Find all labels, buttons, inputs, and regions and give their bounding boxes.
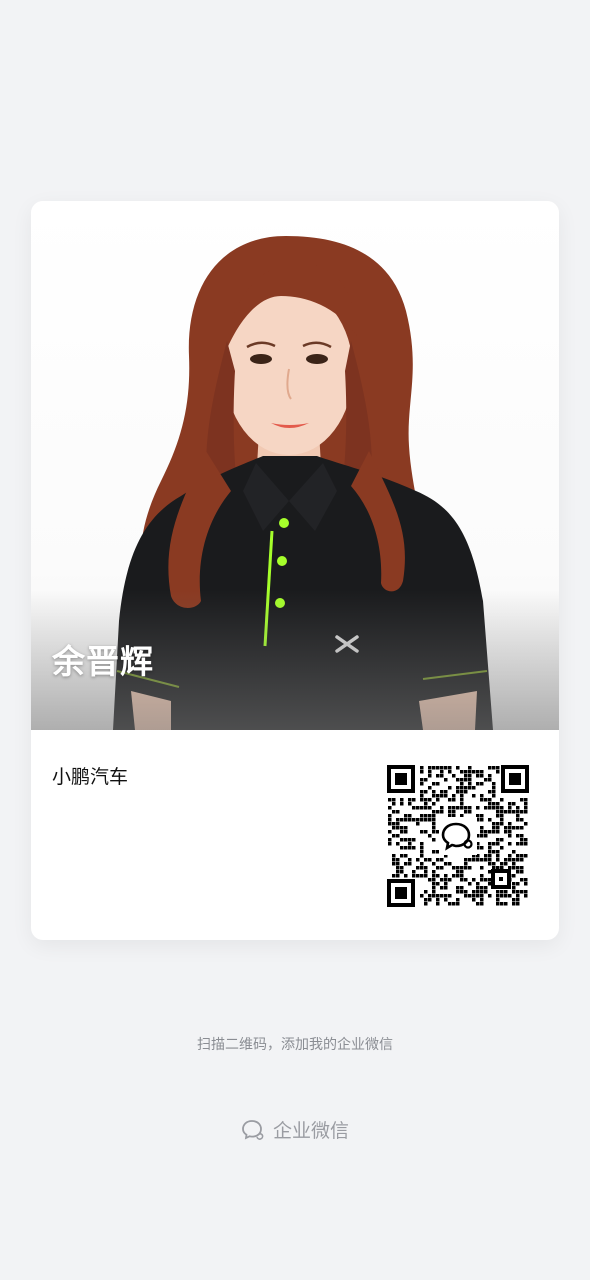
scan-hint-text: 扫描二维码，添加我的企业微信 bbox=[197, 1037, 393, 1053]
business-card: 余晋辉 小鹏汽车 bbox=[31, 201, 559, 940]
qr-alignment-pattern bbox=[491, 869, 511, 889]
wecom-brand-label: 企业微信 bbox=[272, 1120, 349, 1142]
qr-code-image bbox=[387, 765, 529, 907]
qr-finder-bottom-left bbox=[387, 879, 415, 907]
contact-name: 余晋辉 bbox=[52, 642, 154, 681]
company-name: 小鹏汽车 bbox=[52, 766, 129, 788]
wecom-brand: 企业微信 bbox=[0, 1116, 590, 1143]
qr-finder-top-left bbox=[387, 765, 415, 793]
wecom-logo-icon bbox=[241, 1118, 267, 1142]
qr-code[interactable] bbox=[387, 765, 529, 907]
profile-photo: 余晋辉 bbox=[31, 201, 559, 730]
qr-finder-top-right bbox=[501, 765, 529, 793]
